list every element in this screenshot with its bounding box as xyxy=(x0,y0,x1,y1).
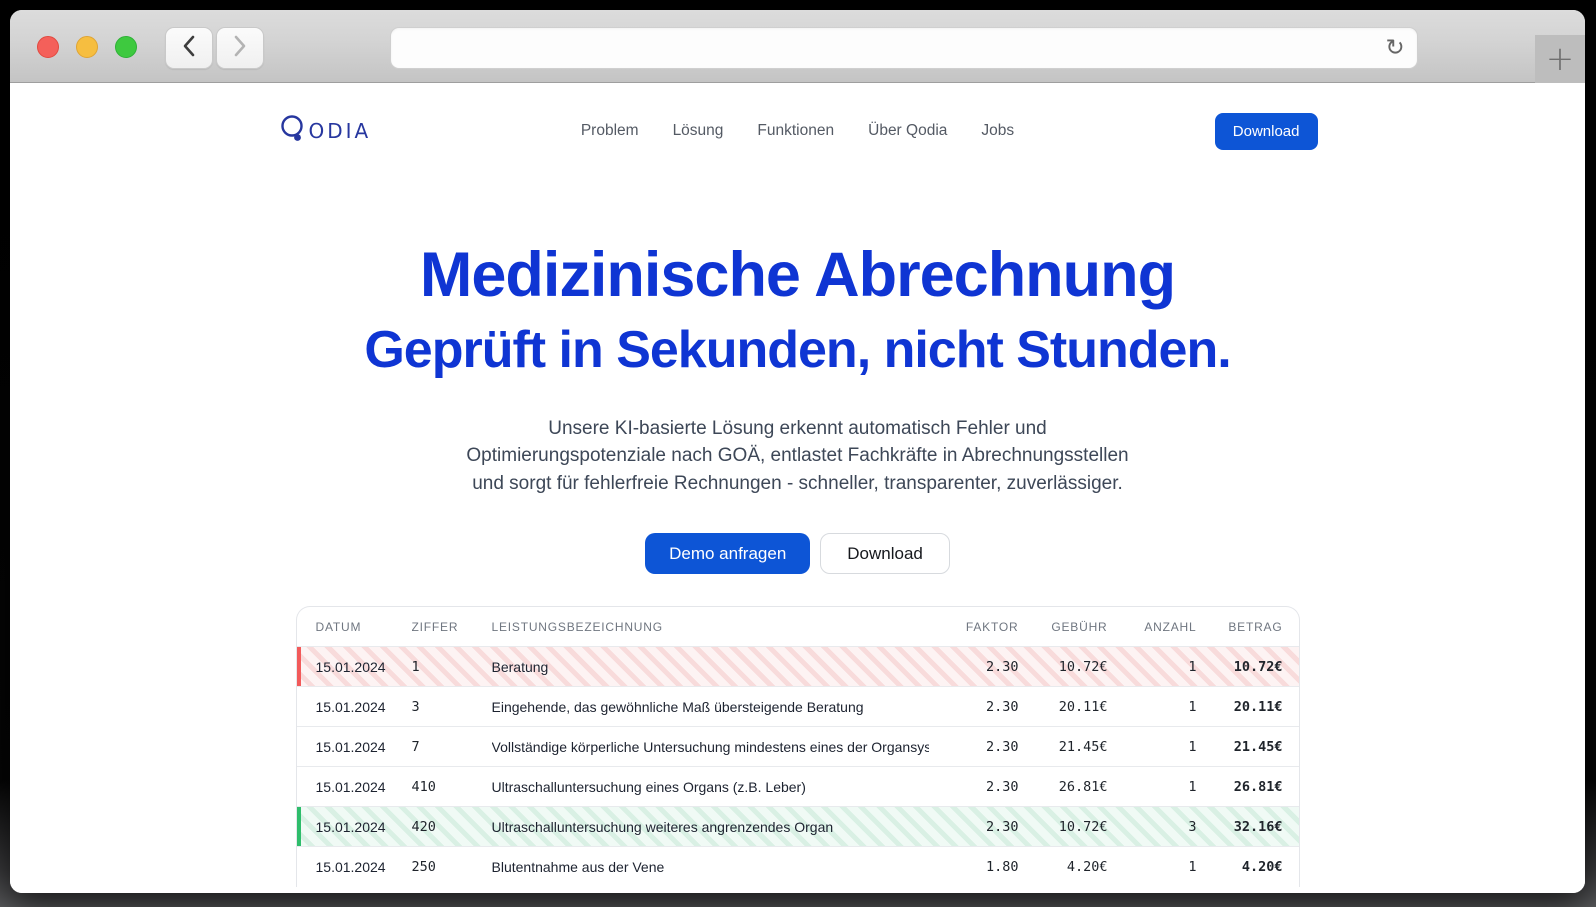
header-download-button[interactable]: Download xyxy=(1214,112,1318,150)
demo-request-button[interactable]: Demo anfragen xyxy=(645,533,811,575)
cell-datum: 15.01.2024 xyxy=(315,778,386,795)
cell-anzahl: 1 xyxy=(1188,738,1197,755)
table-row: 15.01.2024 3 Eingehende, das gewöhnliche… xyxy=(296,687,1299,728)
cell-datum: 15.01.2024 xyxy=(315,818,386,835)
new-tab-button[interactable]: + xyxy=(1535,35,1585,83)
table-row: 15.01.2024 1 Beratung 2.30 10.72€ 1 10.7… xyxy=(296,647,1299,688)
address-bar: ↻ xyxy=(390,27,1418,69)
zoom-window-button[interactable] xyxy=(115,36,137,58)
nav-item-funktionen[interactable]: Funktionen xyxy=(757,122,834,140)
hero-title-line1: Medizinische Abrechnung xyxy=(419,240,1176,310)
hero-description: Unsere KI-basierte Lösung erkennt automa… xyxy=(10,415,1585,498)
header-cta: Download xyxy=(1108,112,1318,150)
cell-datum: 15.01.2024 xyxy=(315,738,386,755)
cell-anzahl: 1 xyxy=(1188,658,1197,675)
cell-gebuehr: 21.45€ xyxy=(1058,738,1108,755)
column-header-faktor: FAKTOR xyxy=(965,619,1019,634)
hero-description-line: Optimierungspotenziale nach GOÄ, entlast… xyxy=(466,445,1129,467)
main-nav: Problem Lösung Funktionen Über Qodia Job… xyxy=(488,122,1108,140)
back-button[interactable] xyxy=(165,27,213,69)
cell-faktor: 2.30 xyxy=(985,778,1019,795)
cell-gebuehr: 10.72€ xyxy=(1058,658,1108,675)
cell-leistung: Blutentnahme aus der Vene xyxy=(491,859,665,876)
cell-anzahl: 1 xyxy=(1188,778,1197,795)
nav-item-jobs[interactable]: Jobs xyxy=(981,122,1014,140)
cell-ziffer: 7 xyxy=(411,738,420,755)
magnifier-q-icon xyxy=(278,113,308,150)
cell-leistung: Vollständige körperliche Untersuchung mi… xyxy=(491,738,929,755)
billing-table: DATUM ZIFFER LEISTUNGSBEZEICHNUNG FAKTOR… xyxy=(295,606,1300,888)
logo-text: ODIA xyxy=(308,119,372,143)
cell-betrag: 10.72€ xyxy=(1233,658,1283,675)
nav-item-ueber-qodia[interactable]: Über Qodia xyxy=(868,122,947,140)
chevron-left-icon xyxy=(182,35,196,62)
column-header-datum: DATUM xyxy=(315,619,362,634)
cell-anzahl: 1 xyxy=(1188,859,1197,876)
cell-anzahl: 3 xyxy=(1188,818,1197,835)
cell-ziffer: 250 xyxy=(411,859,436,876)
close-window-button[interactable] xyxy=(37,36,59,58)
cell-faktor: 2.30 xyxy=(985,698,1019,715)
cell-gebuehr: 26.81€ xyxy=(1058,778,1108,795)
browser-window: ↻ + ODIA Problem Lösung Funktionen Über … xyxy=(10,10,1585,893)
column-header-gebuehr: GEBÜHR xyxy=(1051,619,1108,634)
cell-ziffer: 1 xyxy=(411,658,420,675)
cell-faktor: 2.30 xyxy=(985,818,1019,835)
download-button[interactable]: Download xyxy=(820,533,950,575)
table-row: 15.01.2024 420 Ultraschalluntersuchung w… xyxy=(296,807,1299,848)
refresh-icon[interactable]: ↻ xyxy=(1373,36,1417,60)
table-header-row: DATUM ZIFFER LEISTUNGSBEZEICHNUNG FAKTOR… xyxy=(296,607,1299,648)
traffic-lights xyxy=(37,36,137,58)
cell-betrag: 20.11€ xyxy=(1233,698,1283,715)
qodia-logo[interactable]: ODIA xyxy=(278,113,488,150)
column-header-anzahl: ANZAHL xyxy=(1144,619,1197,634)
page-content: ODIA Problem Lösung Funktionen Über Qodi… xyxy=(10,109,1585,893)
cell-leistung: Eingehende, das gewöhnliche Maß überstei… xyxy=(491,698,864,715)
cell-leistung: Beratung xyxy=(491,658,549,675)
cell-faktor: 1.80 xyxy=(985,859,1019,876)
table-row: 15.01.2024 7 Vollständige körperliche Un… xyxy=(296,727,1299,768)
cell-betrag: 26.81€ xyxy=(1233,778,1283,795)
hero-description-line: Unsere KI-basierte Lösung erkennt automa… xyxy=(548,417,1047,439)
chevron-right-icon xyxy=(233,35,247,62)
nav-item-loesung[interactable]: Lösung xyxy=(673,122,724,140)
cell-gebuehr: 4.20€ xyxy=(1066,859,1108,876)
cell-ziffer: 3 xyxy=(411,698,420,715)
table-row: 15.01.2024 250 Blutentnahme aus der Vene… xyxy=(297,847,1299,887)
cell-datum: 15.01.2024 xyxy=(315,698,386,715)
column-header-leistung: LEISTUNGSBEZEICHNUNG xyxy=(491,619,663,634)
minimize-window-button[interactable] xyxy=(76,36,98,58)
nav-item-problem[interactable]: Problem xyxy=(581,122,639,140)
cell-leistung: Ultraschalluntersuchung weiteres angrenz… xyxy=(491,818,834,835)
cell-faktor: 2.30 xyxy=(985,738,1019,755)
cell-faktor: 2.30 xyxy=(985,658,1019,675)
column-header-ziffer: ZIFFER xyxy=(411,619,459,634)
hero-description-line: und sorgt für fehlerfreie Rechnungen - s… xyxy=(472,472,1123,494)
cell-datum: 15.01.2024 xyxy=(315,859,386,876)
hero-section: Medizinische Abrechnung Geprüft in Sekun… xyxy=(10,240,1585,575)
cell-leistung: Ultraschalluntersuchung eines Organs (z.… xyxy=(491,778,806,795)
url-input[interactable] xyxy=(391,28,1373,68)
cell-datum: 15.01.2024 xyxy=(315,658,386,675)
column-header-betrag: BETRAG xyxy=(1228,619,1283,634)
cell-anzahl: 1 xyxy=(1188,698,1197,715)
site-header: ODIA Problem Lösung Funktionen Über Qodi… xyxy=(278,109,1318,153)
cell-gebuehr: 20.11€ xyxy=(1058,698,1108,715)
cell-betrag: 32.16€ xyxy=(1233,818,1283,835)
cell-ziffer: 410 xyxy=(411,778,436,795)
table-row: 15.01.2024 410 Ultraschalluntersuchung e… xyxy=(296,767,1299,808)
hero-title-line2: Geprüft in Sekunden, nicht Stunden. xyxy=(364,320,1231,379)
cell-betrag: 21.45€ xyxy=(1233,738,1283,755)
cell-gebuehr: 10.72€ xyxy=(1058,818,1108,835)
browser-toolbar: ↻ + xyxy=(10,10,1585,83)
cell-betrag: 4.20€ xyxy=(1241,859,1283,876)
forward-button[interactable] xyxy=(216,27,264,69)
cta-row: Demo anfragen Download xyxy=(10,533,1585,575)
cell-ziffer: 420 xyxy=(411,818,436,835)
